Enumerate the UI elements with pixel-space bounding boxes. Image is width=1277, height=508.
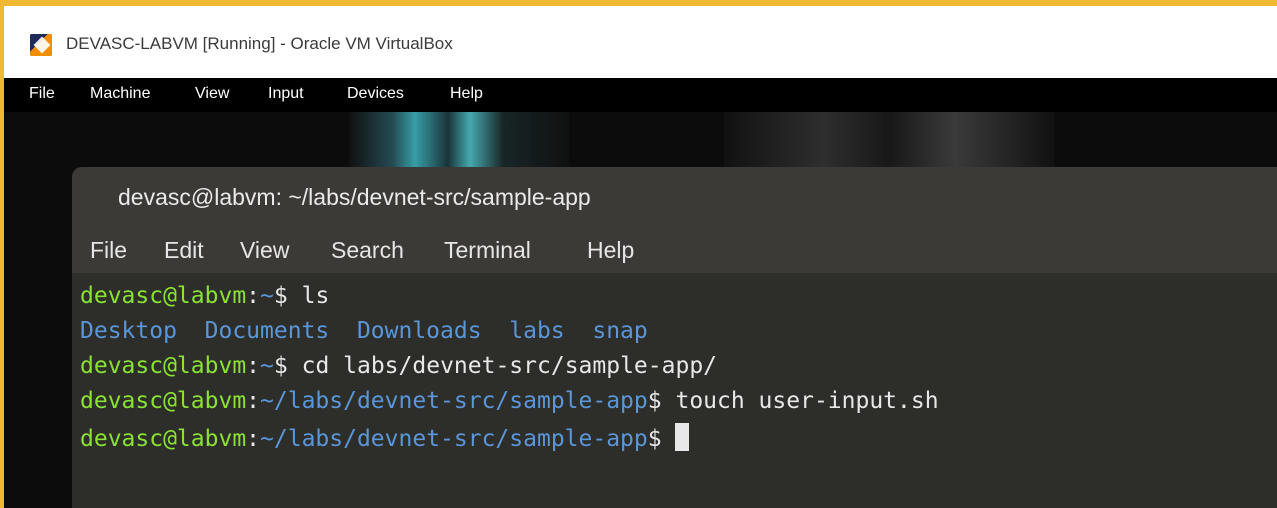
menu-help[interactable]: Help: [450, 85, 483, 103]
terminal-titlebar[interactable]: devasc@labvm: ~/labs/devnet-src/sample-a…: [72, 167, 1277, 227]
terminal-title: devasc@labvm: ~/labs/devnet-src/sample-a…: [118, 184, 591, 210]
virtualbox-titlebar[interactable]: DEVASC-LABVM [Running] - Oracle VM Virtu…: [4, 6, 1277, 78]
menu-input[interactable]: Input: [268, 85, 304, 103]
menu-view[interactable]: View: [195, 85, 229, 103]
terminal-menubar: File Edit View Search Terminal Help: [72, 227, 1277, 273]
guest-desktop: devasc@labvm: ~/labs/devnet-src/sample-a…: [4, 112, 1277, 508]
menu-machine[interactable]: Machine: [90, 85, 150, 103]
menu-file[interactable]: File: [29, 85, 55, 103]
terminal-line: devasc@labvm:~$ cd labs/devnet-src/sampl…: [80, 353, 718, 379]
terminal-menu-edit[interactable]: Edit: [164, 237, 204, 264]
wallpaper-image: [349, 112, 569, 172]
virtualbox-logo-icon: [30, 34, 52, 56]
virtualbox-window: DEVASC-LABVM [Running] - Oracle VM Virtu…: [4, 6, 1277, 508]
terminal-line: devasc@labvm:~/labs/devnet-src/sample-ap…: [80, 423, 690, 452]
terminal-output[interactable]: devasc@labvm:~$ ls Desktop Documents Dow…: [72, 273, 1277, 508]
virtualbox-menubar: File Machine View Input Devices Help: [4, 78, 1277, 112]
terminal-menu-view[interactable]: View: [240, 237, 289, 264]
wallpaper-image-dark: [724, 112, 1054, 167]
terminal-menu-file[interactable]: File: [90, 237, 127, 264]
terminal-line: devasc@labvm:~$ ls: [80, 283, 330, 309]
terminal-menu-help[interactable]: Help: [587, 237, 634, 264]
window-title: DEVASC-LABVM [Running] - Oracle VM Virtu…: [66, 34, 453, 53]
terminal-menu-terminal[interactable]: Terminal: [444, 237, 531, 264]
terminal-menu-search[interactable]: Search: [331, 237, 404, 264]
terminal-cursor: [675, 423, 690, 451]
terminal-line: Desktop Documents Downloads labs snap: [80, 318, 648, 344]
menu-devices[interactable]: Devices: [347, 85, 404, 103]
terminal-window[interactable]: devasc@labvm: ~/labs/devnet-src/sample-a…: [72, 167, 1277, 508]
terminal-line: devasc@labvm:~/labs/devnet-src/sample-ap…: [80, 388, 939, 414]
